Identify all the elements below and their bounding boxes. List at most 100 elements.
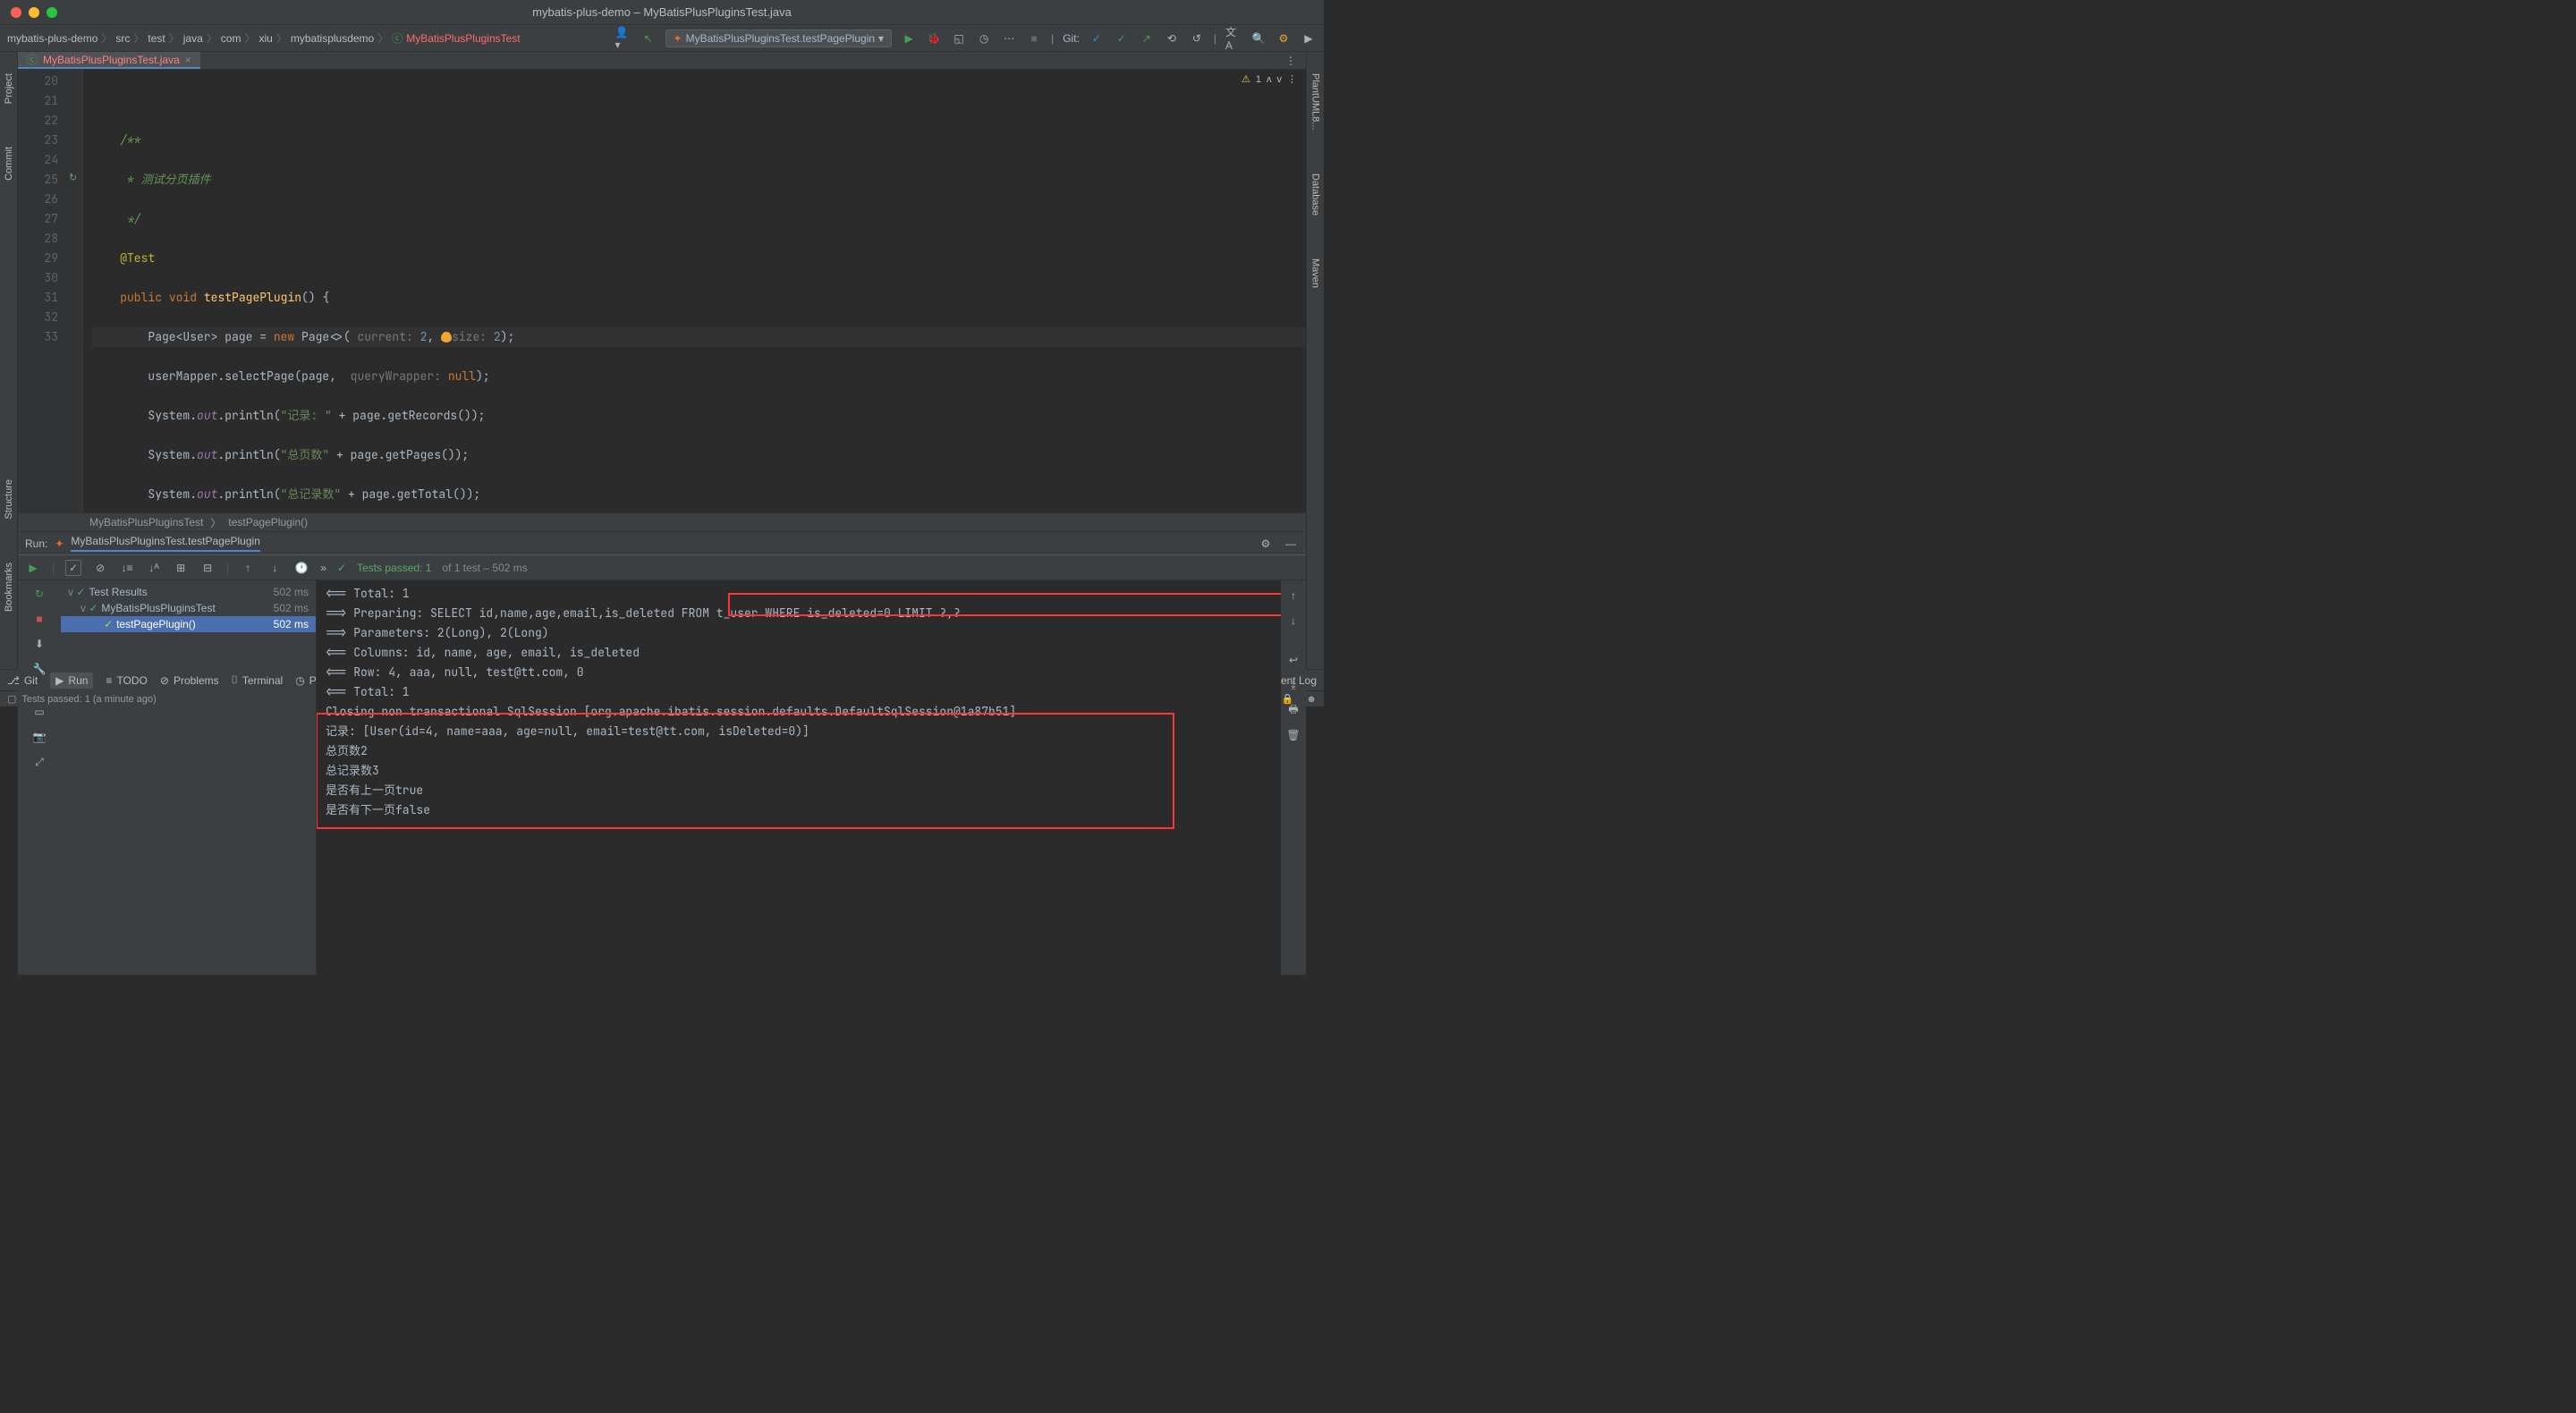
- debug-icon[interactable]: 🐞: [926, 30, 942, 47]
- run-icon[interactable]: ▶: [901, 30, 917, 47]
- console-toolbar: ↑ ↓ ↩ ⤓ 🖶 🗑: [1281, 580, 1306, 975]
- crumb-item[interactable]: xiu: [258, 32, 272, 45]
- coverage-icon[interactable]: ◱: [951, 30, 967, 47]
- tab-structure[interactable]: Structure: [4, 476, 14, 523]
- translate-icon[interactable]: 文A: [1225, 30, 1241, 47]
- run-toolbar: ▶ | ✓ ⊘ ↓≡ ↓ᴬ ⊞ ⊟ | ↑ ↓ 🕐 » ✓ Tests pass…: [18, 555, 1306, 580]
- git-label: Git:: [1063, 32, 1080, 45]
- tab-options-icon[interactable]: ⋮: [1283, 53, 1299, 69]
- toggle-ignored-icon[interactable]: ⊘: [92, 560, 108, 576]
- run-label: Run:: [25, 537, 47, 550]
- tab-commit[interactable]: Commit: [4, 143, 14, 184]
- window-title: mybatis-plus-demo – MyBatisPlusPluginsTe…: [532, 5, 792, 19]
- git-update-icon[interactable]: ✓: [1089, 30, 1105, 47]
- expand-icon[interactable]: ⊞: [173, 560, 189, 576]
- git-commit-icon[interactable]: ✓: [1114, 30, 1130, 47]
- avatar-icon[interactable]: ▶: [1301, 30, 1317, 47]
- exit-icon[interactable]: ⤢: [31, 754, 47, 770]
- add-config-icon[interactable]: 👤▾: [615, 30, 631, 47]
- clear-icon[interactable]: 🗑: [1285, 727, 1301, 743]
- tree-root[interactable]: v ✓Test Results502 ms: [61, 584, 316, 600]
- navbar: mybatis-plus-demo〉 src〉 test〉 java〉 com〉…: [0, 25, 1324, 52]
- tab-plantuml[interactable]: PlantUML8...: [1310, 70, 1321, 134]
- crumb-item[interactable]: mybatisplusdemo: [291, 32, 374, 45]
- tree-test-selected[interactable]: ✓testPagePlugin()502 ms: [61, 616, 316, 632]
- code-breadcrumb[interactable]: MyBatisPlusPluginsTest 〉 testPagePlugin(…: [18, 512, 1306, 532]
- btab-run[interactable]: ▶Run: [50, 673, 93, 689]
- crumb-item[interactable]: java: [183, 32, 203, 45]
- breadcrumb[interactable]: mybatis-plus-demo〉 src〉 test〉 java〉 com〉…: [7, 30, 521, 46]
- editor-tabs: ⓒ MyBatisPlusPluginsTest.java × ⋮: [18, 52, 1306, 70]
- crumb-class[interactable]: MyBatisPlusPluginsTest: [89, 516, 203, 529]
- crumb-item-current[interactable]: MyBatisPlusPluginsTest: [406, 32, 520, 45]
- close-window[interactable]: [11, 7, 21, 18]
- run-config-name: MyBatisPlusPluginsTest.testPagePlugin: [71, 535, 259, 552]
- btab-problems[interactable]: ⊘Problems: [160, 674, 219, 687]
- right-tool-strip: PlantUML8... Database Maven: [1306, 52, 1324, 669]
- run-config-selector[interactable]: ✦ MyBatisPlusPluginsTest.testPagePlugin …: [665, 30, 893, 47]
- sort-alpha-icon[interactable]: ↓ᴬ: [146, 560, 162, 576]
- more-icon[interactable]: ⋮: [1287, 73, 1297, 85]
- attach-icon[interactable]: ⋯: [1001, 30, 1017, 47]
- test-history-icon[interactable]: 🕐: [293, 560, 309, 576]
- editor-tab-active[interactable]: ⓒ MyBatisPlusPluginsTest.java ×: [18, 52, 200, 69]
- git-push-icon[interactable]: ↗: [1139, 30, 1155, 47]
- run-settings-icon[interactable]: ⚙: [1258, 536, 1274, 552]
- btab-terminal[interactable]: ⌷Terminal: [232, 673, 284, 687]
- soft-wrap-icon[interactable]: ↩: [1285, 652, 1301, 668]
- camera-icon[interactable]: 📷: [31, 729, 47, 745]
- smile-icon[interactable]: ☻: [1306, 694, 1317, 705]
- sort-icon[interactable]: ↓≡: [119, 560, 135, 576]
- test-summary-tail: of 1 test – 502 ms: [442, 562, 527, 574]
- prev-test-icon[interactable]: ↑: [240, 560, 256, 576]
- stop-icon[interactable]: ■: [1026, 30, 1042, 47]
- minimize-window[interactable]: [29, 7, 39, 18]
- rerun-failed-icon[interactable]: ↻: [31, 586, 47, 602]
- code-area[interactable]: /** * 测试分页插件 */ @Test public void testPa…: [83, 70, 1306, 512]
- dump-icon[interactable]: ⬇: [31, 636, 47, 652]
- crumb-item[interactable]: mybatis-plus-demo: [7, 32, 97, 45]
- collapse-icon[interactable]: ⊟: [199, 560, 216, 576]
- git-rollback-icon[interactable]: ↺: [1189, 30, 1205, 47]
- next-test-icon[interactable]: ↓: [267, 560, 283, 576]
- tab-database[interactable]: Database: [1310, 170, 1321, 219]
- layout-icon[interactable]: ▭: [31, 704, 47, 720]
- toggle-pass-icon[interactable]: ✓: [65, 560, 81, 576]
- crumb-item[interactable]: src: [115, 32, 130, 45]
- lock-icon[interactable]: 🔒: [1282, 693, 1294, 705]
- status-message: Tests passed: 1 (a minute ago): [21, 694, 156, 705]
- btab-git[interactable]: ⎇Git: [7, 674, 38, 687]
- scroll-down-icon[interactable]: ↓: [1285, 613, 1301, 629]
- git-history-icon[interactable]: ⟲: [1164, 30, 1180, 47]
- crumb-item[interactable]: com: [221, 32, 242, 45]
- tab-maven[interactable]: Maven: [1310, 255, 1321, 292]
- tab-bookmarks[interactable]: Bookmarks: [4, 559, 14, 615]
- back-icon[interactable]: ↖: [640, 30, 657, 47]
- crumb-method[interactable]: testPagePlugin(): [228, 516, 308, 529]
- hide-panel-icon[interactable]: —: [1283, 536, 1299, 552]
- inspection-indicator[interactable]: ⚠1 ʌv ⋮: [1241, 73, 1297, 85]
- settings-icon[interactable]: ⚙: [1275, 30, 1292, 47]
- crumb-item[interactable]: test: [148, 32, 165, 45]
- profile-icon[interactable]: ◷: [976, 30, 992, 47]
- tab-filename: MyBatisPlusPluginsTest.java: [43, 54, 180, 66]
- console-output[interactable]: <== Total: 1 ==> Preparing: SELECT id,na…: [317, 580, 1281, 975]
- tree-class[interactable]: v ✓MyBatisPlusPluginsTest502 ms: [61, 600, 316, 616]
- tab-project[interactable]: Project: [4, 70, 14, 107]
- maximize-window[interactable]: [47, 7, 57, 18]
- close-tab-icon[interactable]: ×: [185, 54, 191, 66]
- test-tree[interactable]: v ✓Test Results502 ms v ✓MyBatisPlusPlug…: [61, 580, 317, 975]
- fold-gutter[interactable]: ↻: [67, 70, 83, 512]
- status-window-icon[interactable]: ▢: [7, 693, 16, 705]
- rerun-icon[interactable]: ▶: [25, 560, 41, 576]
- line-gutter: 2021222324252627282930313233: [18, 70, 67, 512]
- test-summary: Tests passed: 1: [357, 562, 431, 574]
- run-left-toolbar: ↻ ■ ⬇ 🔧 ▭ 📷 ⤢: [18, 580, 61, 975]
- code-editor[interactable]: 2021222324252627282930313233 ↻ /** * 测试分…: [18, 70, 1306, 512]
- scroll-up-icon[interactable]: ↑: [1285, 588, 1301, 604]
- stop-tests-icon[interactable]: ■: [31, 611, 47, 627]
- left-tool-strip: Project Commit Structure Bookmarks: [0, 52, 18, 669]
- search-icon[interactable]: 🔍: [1250, 30, 1267, 47]
- intention-bulb-icon[interactable]: [441, 332, 452, 343]
- btab-todo[interactable]: ≡TODO: [106, 674, 147, 687]
